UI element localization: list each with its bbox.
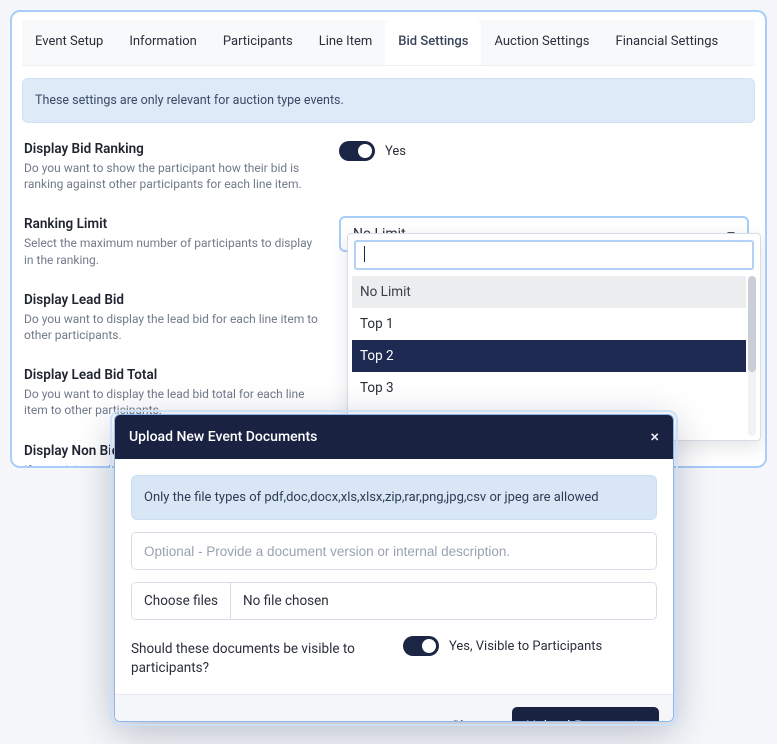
- toggle-thumb: [358, 144, 372, 158]
- setting-display-bid-ranking: Display Bid Ranking Do you want to show …: [24, 141, 753, 192]
- file-chooser: Choose files No file chosen: [131, 582, 657, 620]
- setting-title: Display Lead Bid Total: [24, 367, 319, 383]
- dropdown-list: No Limit Top 1 Top 2 Top 3 Top 4: [352, 276, 746, 436]
- tab-event-setup[interactable]: Event Setup: [22, 20, 116, 65]
- toggle-track: [403, 636, 439, 656]
- upload-documents-modal: Upload New Event Documents × Only the fi…: [114, 414, 674, 722]
- toggle-thumb: [422, 639, 436, 653]
- dropdown-option-top-1[interactable]: Top 1: [352, 308, 746, 340]
- setting-desc: Do you want to display the lead bid for …: [24, 311, 319, 343]
- auction-only-banner: These settings are only relevant for auc…: [22, 78, 755, 123]
- tab-line-item[interactable]: Line Item: [306, 20, 386, 65]
- upload-documents-button[interactable]: Upload Documents: [512, 707, 659, 722]
- document-description-input[interactable]: [131, 532, 657, 570]
- modal-footer: Close Upload Documents: [115, 694, 673, 722]
- modal-header: Upload New Event Documents ×: [115, 415, 673, 459]
- close-icon[interactable]: ×: [650, 429, 659, 445]
- ranking-limit-dropdown: No Limit Top 1 Top 2 Top 3 Top 4: [347, 233, 761, 441]
- allowed-file-types-banner: Only the file types of pdf,doc,docx,xls,…: [131, 475, 657, 520]
- settings-tabs: Event Setup Information Participants Lin…: [22, 20, 755, 66]
- tab-auction-settings[interactable]: Auction Settings: [481, 20, 602, 65]
- setting-title: Display Bid Ranking: [24, 141, 319, 157]
- setting-title: Display Lead Bid: [24, 292, 319, 308]
- scrollbar-thumb[interactable]: [748, 276, 756, 372]
- visibility-question: Should these documents be visible to par…: [131, 636, 381, 678]
- dropdown-option-top-2[interactable]: Top 2: [352, 340, 746, 372]
- dropdown-scrollbar[interactable]: [748, 276, 756, 436]
- toggle-track: [339, 141, 375, 161]
- tab-bid-settings[interactable]: Bid Settings: [385, 20, 481, 65]
- tab-financial-settings[interactable]: Financial Settings: [603, 20, 732, 65]
- dropdown-option-no-limit[interactable]: No Limit: [352, 276, 746, 308]
- tab-participants[interactable]: Participants: [210, 20, 306, 65]
- dropdown-search-input[interactable]: [354, 240, 754, 270]
- setting-desc: Select the maximum number of participant…: [24, 235, 319, 267]
- setting-title: Ranking Limit: [24, 216, 319, 232]
- modal-title: Upload New Event Documents: [129, 429, 317, 445]
- tab-information[interactable]: Information: [116, 20, 210, 65]
- file-status-label: No file chosen: [231, 583, 341, 619]
- close-button[interactable]: Close: [436, 707, 500, 722]
- dropdown-option-top-3[interactable]: Top 3: [352, 372, 746, 404]
- text-caret-icon: [364, 246, 365, 262]
- toggle-label: Yes: [385, 144, 406, 159]
- bid-settings-card: Event Setup Information Participants Lin…: [10, 10, 767, 468]
- choose-files-button[interactable]: Choose files: [132, 583, 231, 619]
- toggle-label: Yes, Visible to Participants: [449, 639, 602, 654]
- setting-desc: Do you want to show the participant how …: [24, 160, 319, 192]
- display-bid-ranking-toggle[interactable]: Yes: [339, 141, 406, 161]
- visibility-toggle[interactable]: Yes, Visible to Participants: [403, 636, 602, 656]
